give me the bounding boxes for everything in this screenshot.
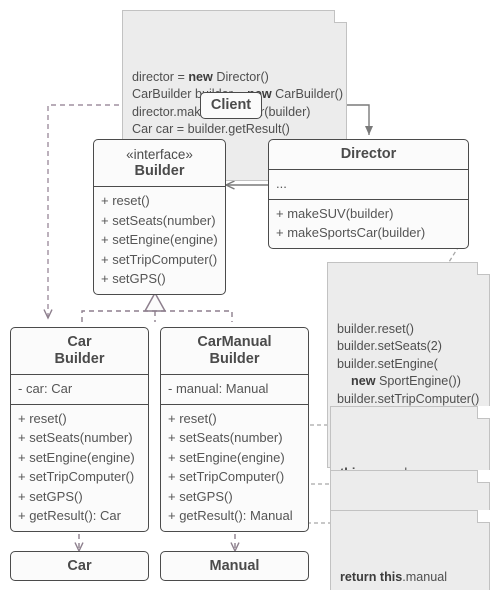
class-manual-title: Manual [209, 557, 260, 574]
note-fold-icon [477, 406, 490, 419]
member-row: + setGPS() [18, 488, 83, 504]
note-fold-icon [477, 262, 490, 275]
note-line: Car car = builder.getResult() [132, 122, 290, 136]
class-car-manual-builder-name-line2: Builder [209, 351, 260, 367]
class-car-manual-builder-attributes: - manual: Manual [161, 374, 308, 404]
class-director[interactable]: Director ... + makeSUV(builder) + makeSpo… [268, 139, 469, 249]
class-builder-name: Builder [134, 163, 185, 179]
member-row: + setGPS() [101, 271, 166, 286]
note-line: builder.reset() [337, 321, 414, 336]
class-builder-stereotype: «interface» [126, 147, 193, 162]
class-builder-title: «interface» Builder [94, 140, 225, 186]
note-line: new SportEngine()) [351, 374, 461, 388]
member-row: + makeSportsCar(builder) [276, 225, 426, 240]
class-client[interactable]: Client [200, 92, 262, 119]
note-getresult-body-text: return this.manual [340, 569, 480, 587]
member-row: + makeSUV(builder) [276, 205, 394, 221]
class-director-methods: + makeSUV(builder) + makeSportsCar(builde… [269, 198, 468, 248]
member-row: + setTripComputer() [18, 469, 135, 484]
class-car-manual-builder-title: CarManual Builder [161, 328, 308, 374]
note-getresult-body: return this.manual [330, 510, 490, 590]
uml-diagram-canvas: CarBuilder : dashed dependency (left rou… [0, 0, 500, 590]
class-manual[interactable]: Manual [160, 551, 309, 581]
class-car-builder-name-line1: Car [67, 334, 92, 350]
class-director-title: Director [340, 146, 397, 162]
class-car-manual-builder-name-line1: CarManual [197, 334, 272, 350]
note-fold-icon [334, 10, 347, 23]
class-builder-methods: + reset() + setSeats(number) + setEngine(e… [94, 186, 225, 294]
member-row: + setTripComputer() [101, 251, 218, 267]
note-line: builder.setSeats(2) [337, 339, 443, 353]
note-fold-icon [477, 470, 490, 483]
class-builder[interactable]: «interface» Builder + reset() + setSeats(… [93, 139, 226, 295]
member-row: + setEngine(engine) [18, 449, 135, 465]
note-line: builder.setEngine( [337, 356, 438, 371]
member-row: + setTripComputer() [168, 469, 285, 484]
member-row: - car: Car [18, 381, 73, 396]
class-car-builder-title: Car Builder [11, 328, 148, 374]
member-row: + setSeats(number) [101, 212, 216, 228]
note-line: return this.manual [340, 569, 448, 584]
class-car[interactable]: Car [10, 551, 149, 581]
class-car-title: Car [67, 557, 92, 574]
class-car-builder-attributes: - car: Car [11, 374, 148, 404]
class-car-builder[interactable]: Car Builder - car: Car + reset() + setSea… [10, 327, 149, 532]
class-client-title: Client [210, 97, 252, 113]
class-car-manual-builder-methods: + reset() + setSeats(number) + setEngine(e… [161, 403, 308, 531]
member-row: + setGPS() [168, 488, 233, 504]
member-row: + reset() [168, 410, 217, 426]
class-car-manual-builder[interactable]: CarManual Builder - manual: Manual + res… [160, 327, 309, 532]
note-line: director = new Director() [132, 69, 269, 84]
member-row: + setEngine(engine) [168, 449, 285, 465]
member-row: ... [276, 176, 287, 191]
class-car-builder-methods: + reset() + setSeats(number) + setEngine(e… [11, 403, 148, 531]
member-row: - manual: Manual [168, 381, 269, 396]
note-fold-icon [477, 510, 490, 523]
member-row: + setSeats(number) [18, 430, 133, 445]
link-realization-builder [81, 291, 233, 322]
class-car-builder-name-line2: Builder [54, 351, 105, 367]
member-row: + getResult(): Car [18, 508, 121, 523]
member-row: + reset() [18, 410, 67, 426]
member-row: + setSeats(number) [168, 430, 283, 445]
member-row: + setEngine(engine) [101, 232, 218, 247]
member-row: + reset() [101, 193, 150, 208]
class-director-attributes: ... [269, 169, 468, 199]
member-row: + getResult(): Manual [168, 508, 293, 523]
